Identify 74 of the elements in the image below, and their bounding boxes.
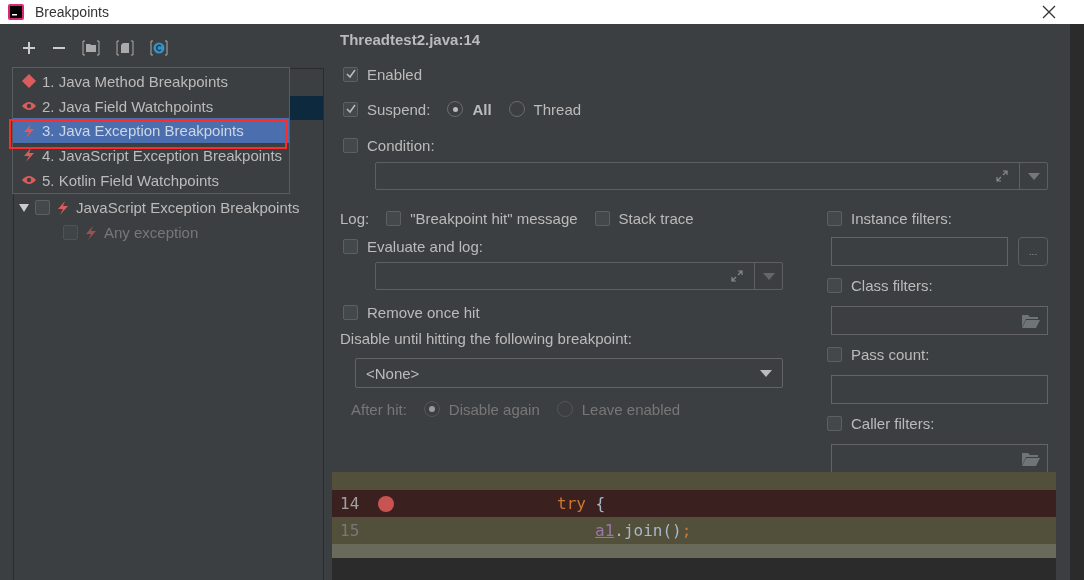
evaluate-field[interactable] — [375, 262, 783, 290]
checkbox[interactable] — [343, 304, 358, 320]
group-by-package-icon[interactable] — [82, 40, 100, 56]
code-text: try { — [557, 494, 606, 513]
checkbox-label: Enabled — [367, 65, 423, 83]
app-logo-icon — [8, 4, 24, 20]
checkbox-label: Condition: — [367, 136, 435, 154]
pass-count-field[interactable] — [831, 375, 1048, 404]
breakpoint-title: Threadtest2.java:14 — [340, 31, 482, 50]
lightning-icon — [22, 148, 36, 163]
add-icon[interactable] — [22, 41, 36, 55]
radio-button[interactable] — [508, 101, 525, 117]
folder-icon[interactable] — [1022, 313, 1040, 328]
expanded-arrow-icon[interactable] — [19, 202, 29, 213]
checkbox-label: Stack trace — [618, 209, 694, 227]
line-number: 15 — [339, 521, 361, 540]
lightning-icon — [84, 225, 98, 240]
menu-item[interactable]: 1. Java Method Breakpoints — [13, 69, 289, 94]
checkbox-label: Caller filters: — [851, 414, 935, 432]
scrollbar[interactable] — [1070, 24, 1084, 580]
group-by-class-icon[interactable] — [150, 40, 168, 56]
expand-icon[interactable] — [995, 169, 1009, 183]
disable-until-label: Disable until hitting the following breakpoint: — [340, 329, 633, 349]
diamond-icon — [22, 74, 36, 89]
dropdown-arrow-icon — [760, 369, 772, 377]
tree-item-label[interactable]: JavaScript Exception Breakpoints — [76, 199, 300, 216]
checkbox-label: Instance filters: — [851, 209, 952, 227]
close-icon[interactable] — [1042, 5, 1056, 19]
code-text: a1.join(); — [595, 521, 692, 540]
window-title: Breakpoints — [35, 4, 109, 20]
filter-field[interactable] — [831, 237, 1008, 266]
group-by-file-icon[interactable] — [116, 40, 134, 56]
checkbox[interactable] — [594, 210, 610, 226]
checkbox[interactable] — [343, 101, 358, 117]
eye-icon — [22, 101, 36, 112]
checkbox[interactable] — [343, 238, 358, 254]
breakpoint-icon[interactable] — [378, 495, 394, 512]
line-number: 14 — [339, 494, 361, 513]
checkbox[interactable] — [827, 346, 842, 362]
menu-item[interactable]: 5. Kotlin Field Watchpoints — [13, 167, 289, 193]
radio-label: All — [472, 100, 492, 118]
filter-field[interactable] — [831, 306, 1048, 335]
checkbox-label: Remove once hit — [367, 303, 480, 321]
checkbox[interactable] — [35, 200, 50, 215]
lightning-icon — [56, 200, 70, 215]
checkbox[interactable] — [343, 66, 358, 82]
condition-field[interactable] — [375, 162, 1048, 190]
checkbox-label: Pass count: — [851, 345, 930, 363]
checkbox[interactable] — [827, 277, 842, 293]
folder-icon[interactable] — [1022, 451, 1040, 466]
menu-item[interactable]: 3. Java Exception Breakpoints — [13, 118, 289, 144]
radio-label: Thread — [533, 100, 582, 118]
menu-item[interactable]: 4. JavaScript Exception Breakpoints — [13, 143, 289, 168]
breakpoint-dropdown[interactable]: <None> — [355, 358, 783, 388]
menu-item[interactable]: 2. Java Field Watchpoints — [13, 93, 289, 119]
radio-label: Disable again — [448, 400, 540, 418]
checkbox[interactable] — [343, 137, 358, 153]
checkbox[interactable] — [827, 210, 842, 226]
checkbox-label: Class filters: — [851, 276, 933, 294]
radio-button[interactable] — [447, 101, 464, 117]
radio-label: Leave enabled — [581, 400, 681, 418]
eye-icon — [22, 175, 36, 186]
checkbox[interactable] — [827, 415, 842, 431]
lightning-icon — [22, 123, 36, 138]
dropdown-arrow-icon[interactable] — [762, 272, 775, 280]
expand-icon[interactable] — [730, 269, 744, 283]
dropdown-arrow-icon[interactable] — [1027, 172, 1040, 180]
checkbox-label: "Breakpoint hit" message — [410, 209, 578, 227]
checkbox-label: Evaluate and log: — [367, 237, 483, 255]
checkbox-label: Suspend: — [367, 100, 431, 118]
checkbox[interactable] — [386, 210, 402, 226]
log-label: Log: — [340, 209, 370, 227]
after-hit-label: After hit: — [351, 400, 407, 418]
browse-button[interactable]: ... — [1018, 237, 1048, 266]
